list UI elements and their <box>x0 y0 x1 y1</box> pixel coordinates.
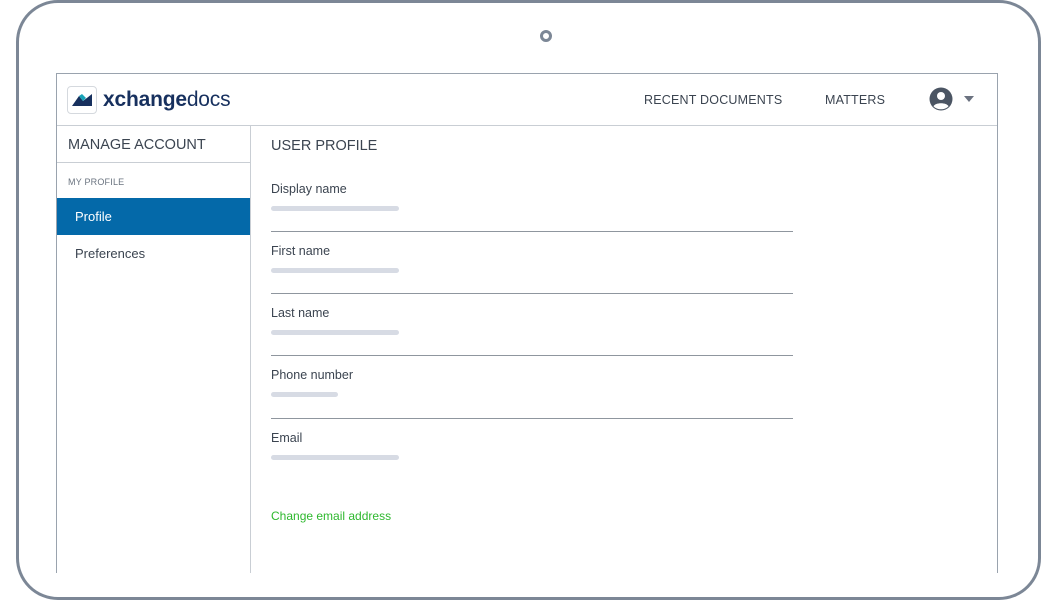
logo-icon <box>67 86 97 114</box>
field-value-placeholder <box>271 330 399 335</box>
change-email-link[interactable]: Change email address <box>271 509 391 523</box>
user-circle-icon <box>929 87 953 111</box>
sidebar-item-preferences[interactable]: Preferences <box>57 235 250 272</box>
field-value-placeholder <box>271 206 399 211</box>
last-name-field[interactable]: Last name <box>271 306 793 356</box>
sidebar-heading: MANAGE ACCOUNT <box>57 126 250 163</box>
user-menu[interactable] <box>929 87 974 111</box>
brand-logo[interactable]: xchangedocs <box>67 86 231 114</box>
app-window: xchangedocs RECENT DOCUMENTS MATTERS MAN… <box>56 73 998 573</box>
field-value-placeholder <box>271 455 399 460</box>
sidebar: MANAGE ACCOUNT MY PROFILE Profile Prefer… <box>57 126 251 573</box>
sidebar-section-label: MY PROFILE <box>68 177 125 187</box>
nav-matters[interactable]: MATTERS <box>825 93 885 107</box>
field-label: Phone number <box>271 368 354 382</box>
email-field: Email <box>271 431 793 481</box>
sidebar-item-profile[interactable]: Profile <box>57 198 250 235</box>
brand-name: xchangedocs <box>103 88 231 112</box>
field-value-placeholder <box>271 392 338 397</box>
field-label: Email <box>271 431 303 445</box>
field-label: First name <box>271 244 331 258</box>
field-label: Last name <box>271 306 330 320</box>
main-content: USER PROFILE Display name First name Las… <box>251 126 997 573</box>
field-value-placeholder <box>271 268 399 273</box>
camera-icon <box>540 30 552 42</box>
field-label: Display name <box>271 182 347 196</box>
nav-recent-documents[interactable]: RECENT DOCUMENTS <box>644 93 782 107</box>
brand-name-bold: xchange <box>103 88 187 111</box>
top-bar: xchangedocs RECENT DOCUMENTS MATTERS <box>57 74 997 126</box>
phone-number-field[interactable]: Phone number <box>271 368 793 419</box>
display-name-field[interactable]: Display name <box>271 182 793 232</box>
first-name-field[interactable]: First name <box>271 244 793 294</box>
page-title: USER PROFILE <box>271 138 378 154</box>
brand-name-light: docs <box>186 88 231 111</box>
caret-down-icon <box>964 96 974 102</box>
